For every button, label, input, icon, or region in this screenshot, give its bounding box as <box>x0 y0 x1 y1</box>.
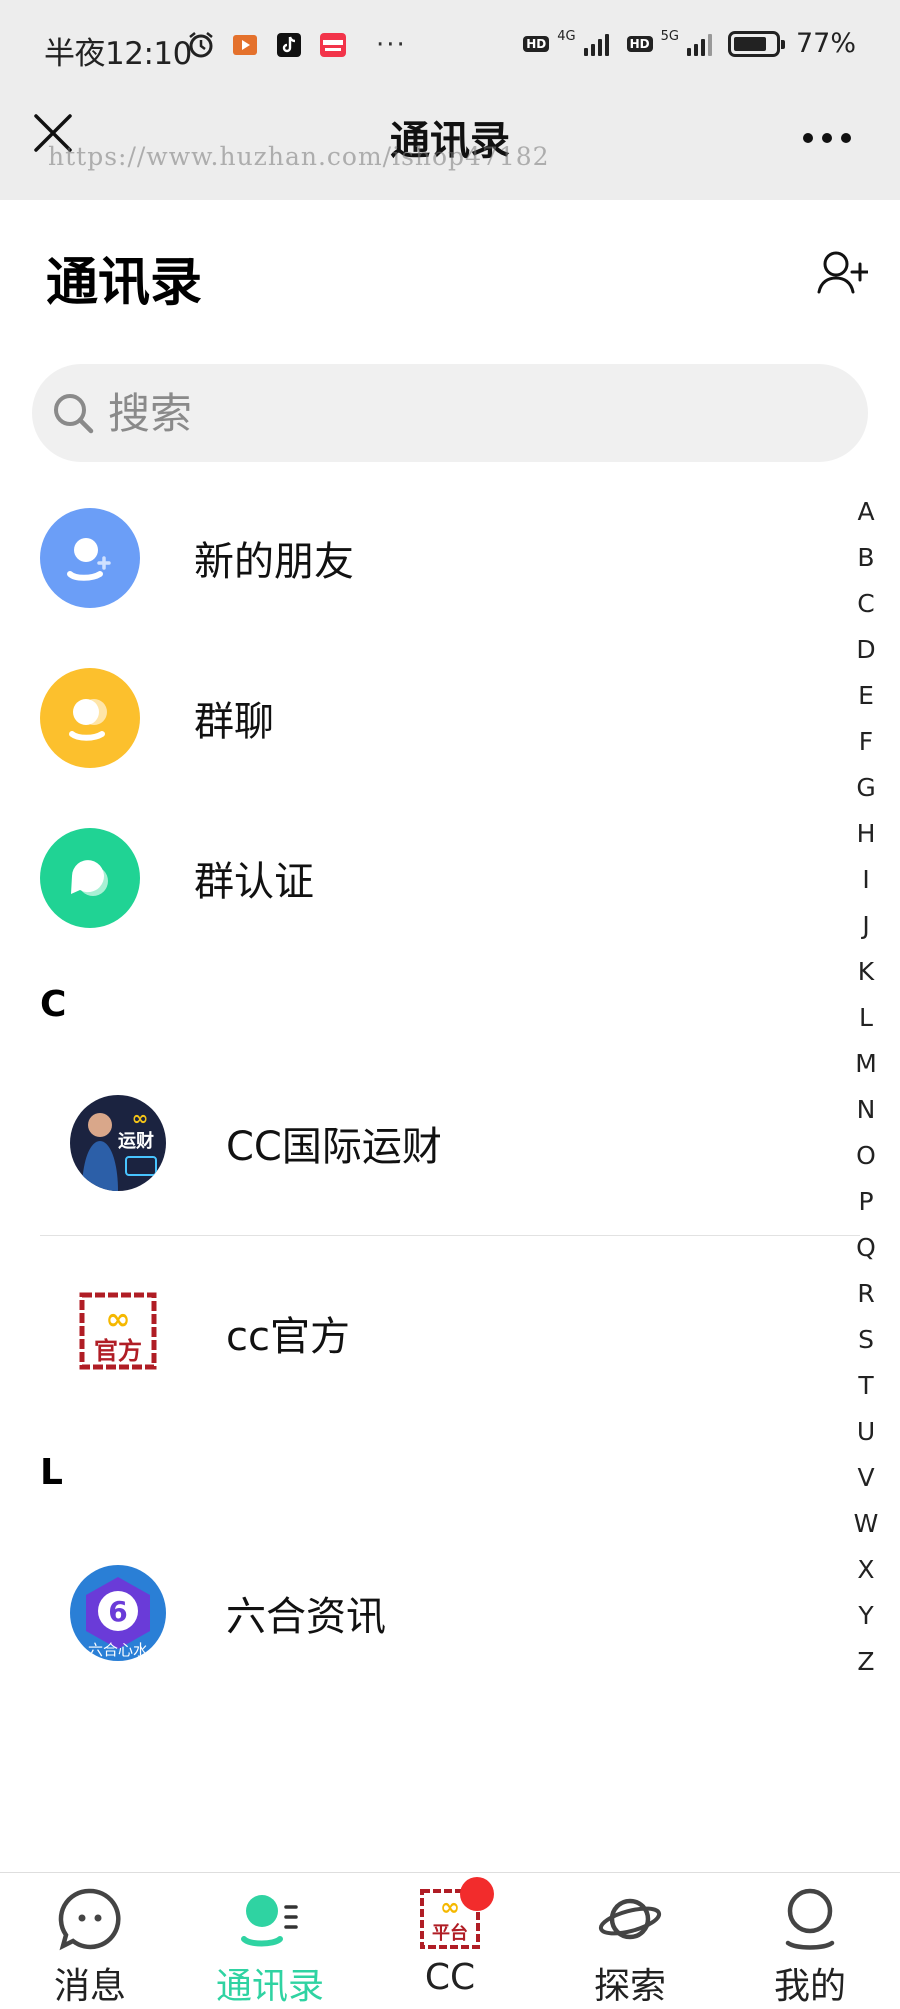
bottom-tab-bar: 消息 通讯录 ∞ 平台 CC 探索 我的 <box>0 1872 900 2007</box>
index-letter-y[interactable]: Y <box>848 1598 884 1644</box>
svg-text:∞: ∞ <box>440 1893 460 1921</box>
video-app-icon <box>230 30 260 60</box>
group-chat-label: 群聊 <box>194 699 274 745</box>
more-notifications-icon: ··· <box>376 30 407 60</box>
index-letter-f[interactable]: F <box>848 724 884 770</box>
search-input[interactable] <box>108 382 828 444</box>
tab-explore[interactable]: 探索 <box>540 1873 720 2007</box>
svg-text:平台: 平台 <box>432 1922 468 1944</box>
page-title: 通讯录 <box>46 253 203 313</box>
battery-icon <box>727 30 785 57</box>
index-letter-z[interactable]: Z <box>848 1644 884 1690</box>
contact-name: cc官方 <box>226 1314 350 1360</box>
contact-row-cc-international[interactable]: ∞ 运财 CC国际运财 <box>40 1078 860 1208</box>
svg-text:6: 6 <box>108 1595 127 1628</box>
svg-text:六合心水: 六合心水 <box>88 1641 148 1659</box>
shopping-app-icon <box>318 30 348 60</box>
index-letter-x[interactable]: X <box>848 1552 884 1598</box>
cc-official-avatar: ∞ 官方 <box>70 1285 166 1381</box>
message-icon <box>58 1888 121 1951</box>
svg-text:运财: 运财 <box>118 1130 154 1152</box>
index-letter-q[interactable]: Q <box>848 1230 884 1276</box>
new-friends-row[interactable]: 新的朋友 <box>40 508 820 608</box>
hd-badge-2: HD <box>626 35 653 52</box>
battery-percent: 77% <box>795 28 856 59</box>
tab-label: 我的 <box>773 1966 846 2007</box>
group-verify-icon <box>40 828 140 928</box>
index-letter-b[interactable]: B <box>848 540 884 586</box>
more-icon[interactable] <box>802 116 852 146</box>
index-letter-n[interactable]: N <box>848 1092 884 1138</box>
index-letter-s[interactable]: S <box>848 1322 884 1368</box>
tab-label: 消息 <box>53 1966 126 2007</box>
tab-messages[interactable]: 消息 <box>0 1873 180 2007</box>
contact-name: 六合资讯 <box>226 1594 386 1640</box>
new-friend-icon <box>40 508 140 608</box>
status-system-icons: HD 4G HD 5G 77% <box>523 28 856 59</box>
signal-icon <box>583 32 609 56</box>
index-letter-l[interactable]: L <box>848 1000 884 1046</box>
profile-icon <box>785 1888 835 1950</box>
index-letter-j[interactable]: J <box>848 908 884 954</box>
search-icon <box>54 394 94 434</box>
group-chat-icon <box>40 668 140 768</box>
index-letter-c[interactable]: C <box>848 586 884 632</box>
group-chat-row[interactable]: 群聊 <box>40 668 820 768</box>
watermark-text: https://www.huzhan.com/ishop47182 <box>48 142 550 171</box>
index-letter-t[interactable]: T <box>848 1368 884 1414</box>
group-verify-row[interactable]: 群认证 <box>40 828 820 928</box>
signal-icon-2 <box>686 32 712 56</box>
index-letter-k[interactable]: K <box>848 954 884 1000</box>
tab-label: 探索 <box>593 1966 666 2007</box>
contact-name: CC国际运财 <box>226 1124 442 1170</box>
network-type-2: 5G <box>660 29 679 44</box>
add-contact-icon[interactable] <box>816 248 868 296</box>
index-letter-d[interactable]: D <box>848 632 884 678</box>
index-letter-v[interactable]: V <box>848 1460 884 1506</box>
index-letter-i[interactable]: I <box>848 862 884 908</box>
index-letter-o[interactable]: O <box>848 1138 884 1184</box>
section-header-c: C <box>40 984 67 1025</box>
index-letter-g[interactable]: G <box>848 770 884 816</box>
status-bar: 半夜12:10 ··· HD 4G HD 5G 77% <box>0 0 900 96</box>
contact-row-cc-official[interactable]: ∞ 官方 cc官方 <box>40 1268 860 1398</box>
index-letter-w[interactable]: W <box>848 1506 884 1552</box>
top-bar: 半夜12:10 ··· HD 4G HD 5G 77% 通讯录 https://… <box>0 0 900 200</box>
index-letter-e[interactable]: E <box>848 678 884 724</box>
index-letter-u[interactable]: U <box>848 1414 884 1460</box>
svg-text:官方: 官方 <box>94 1336 142 1365</box>
contact-divider <box>40 1235 860 1236</box>
index-letter-m[interactable]: M <box>848 1046 884 1092</box>
tab-label: 通讯录 <box>215 1966 324 2007</box>
network-type-1: 4G <box>557 29 576 44</box>
tab-label: CC <box>424 1957 476 1998</box>
tiktok-icon <box>274 30 304 60</box>
contact-row-liuhe-news[interactable]: 6 六合心水 六合资讯 <box>40 1548 860 1678</box>
hd-badge: HD <box>523 35 550 52</box>
tab-profile[interactable]: 我的 <box>720 1873 900 2007</box>
status-time: 半夜12:10 <box>44 36 192 72</box>
index-letter-p[interactable]: P <box>848 1184 884 1230</box>
svg-text:∞: ∞ <box>106 1302 131 1337</box>
tab-cc[interactable]: ∞ 平台 CC <box>360 1873 540 2000</box>
new-friends-label: 新的朋友 <box>194 539 354 585</box>
planet-icon <box>598 1898 662 1940</box>
group-verify-label: 群认证 <box>194 859 314 905</box>
liuhe-news-avatar: 6 六合心水 <box>70 1565 166 1661</box>
section-header-l: L <box>40 1452 63 1493</box>
contacts-icon <box>241 1895 298 1947</box>
tab-contacts[interactable]: 通讯录 <box>180 1873 360 2007</box>
svg-text:∞: ∞ <box>132 1106 149 1130</box>
notification-badge <box>460 1877 494 1911</box>
search-bar[interactable] <box>32 364 868 462</box>
index-letter-h[interactable]: H <box>848 816 884 862</box>
status-notification-icons: ··· <box>186 30 407 60</box>
index-letter-r[interactable]: R <box>848 1276 884 1322</box>
cc-international-avatar: ∞ 运财 <box>70 1095 166 1191</box>
alarm-icon <box>186 30 216 60</box>
alphabet-index[interactable]: A B C D E F G H I J K L M N O P Q R S T … <box>848 494 884 1690</box>
index-letter-a[interactable]: A <box>848 494 884 540</box>
